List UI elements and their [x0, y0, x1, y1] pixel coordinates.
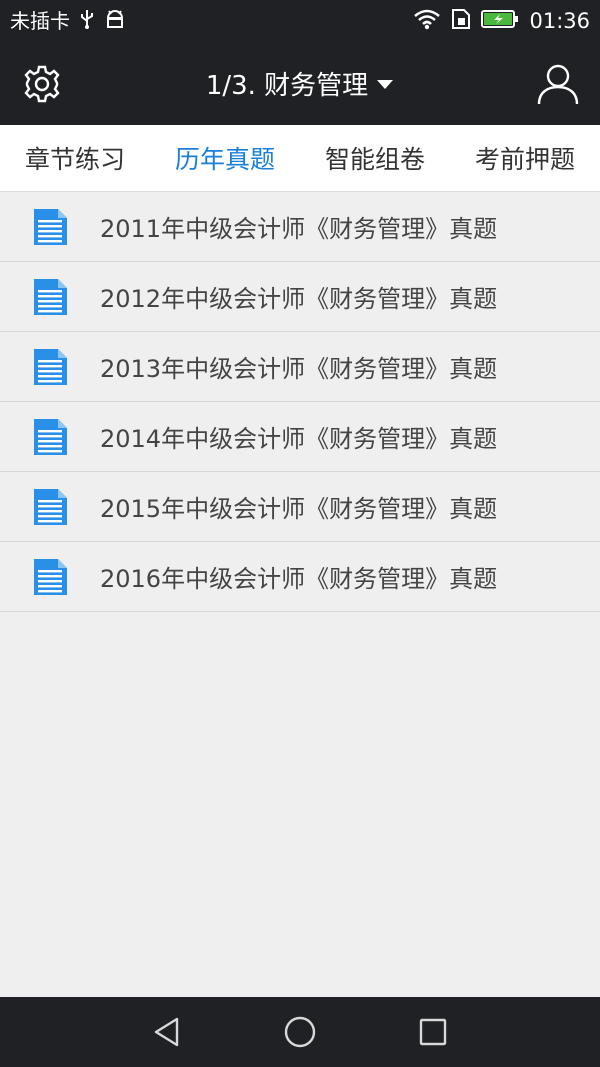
battery-charging-icon: [481, 9, 519, 33]
gear-icon: [24, 65, 60, 103]
list-item[interactable]: 2014年中级会计师《财务管理》真题: [0, 402, 600, 472]
tab-chapter-practice[interactable]: 章节练习: [0, 125, 150, 191]
list-item-label: 2014年中级会计师《财务管理》真题: [100, 425, 498, 453]
exam-list: 2011年中级会计师《财务管理》真题 2012年中级会计师《财务管理》真题 20…: [0, 192, 600, 612]
subject-selector[interactable]: 1/3. 财务管理: [150, 42, 450, 125]
usb-icon: [80, 8, 94, 34]
recents-square-icon: [419, 1018, 447, 1046]
document-icon: [34, 348, 67, 385]
caret-down-icon: [377, 79, 394, 89]
document-icon: [34, 418, 67, 455]
toolbar-title: 1/3. 财务管理: [205, 71, 369, 101]
list-item-label: 2012年中级会计师《财务管理》真题: [100, 285, 498, 313]
tab-pre-exam-questions[interactable]: 考前押题: [450, 125, 600, 191]
status-left: 未插卡: [10, 0, 126, 42]
list-item-label: 2013年中级会计师《财务管理》真题: [100, 355, 498, 383]
tab-smart-paper[interactable]: 智能组卷: [300, 125, 450, 191]
app-toolbar: 1/3. 财务管理: [0, 42, 600, 125]
list-item[interactable]: 2013年中级会计师《财务管理》真题: [0, 332, 600, 402]
user-icon: [537, 64, 579, 105]
wifi-icon: [413, 8, 441, 34]
category-tabs: 章节练习 历年真题 智能组卷 考前押题: [0, 125, 600, 192]
status-right: 01:36: [413, 0, 590, 42]
document-icon: [34, 558, 67, 595]
user-profile-button[interactable]: [536, 62, 580, 106]
list-item-label: 2016年中级会计师《财务管理》真题: [100, 565, 498, 593]
tab-past-exams[interactable]: 历年真题: [150, 125, 300, 191]
back-button[interactable]: [150, 1015, 184, 1049]
document-icon: [34, 488, 67, 525]
document-icon: [34, 208, 67, 245]
back-triangle-icon: [154, 1017, 179, 1047]
list-item[interactable]: 2015年中级会计师《财务管理》真题: [0, 472, 600, 542]
sim-card-icon: [451, 8, 471, 34]
status-clock: 01:36: [529, 9, 590, 33]
home-button[interactable]: [283, 1015, 317, 1049]
list-item-label: 2015年中级会计师《财务管理》真题: [100, 495, 498, 523]
recents-button[interactable]: [416, 1015, 450, 1049]
system-navigation-bar: [0, 997, 600, 1067]
android-debug-icon: [104, 9, 126, 33]
carrier-text: 未插卡: [10, 9, 70, 33]
document-icon: [34, 278, 67, 315]
list-item-label: 2011年中级会计师《财务管理》真题: [100, 215, 498, 243]
list-item[interactable]: 2012年中级会计师《财务管理》真题: [0, 262, 600, 332]
home-circle-icon: [284, 1016, 316, 1048]
status-bar: 未插卡 01:36: [0, 0, 600, 42]
list-item[interactable]: 2016年中级会计师《财务管理》真题: [0, 542, 600, 612]
settings-button[interactable]: [22, 64, 62, 104]
list-item[interactable]: 2011年中级会计师《财务管理》真题: [0, 192, 600, 262]
